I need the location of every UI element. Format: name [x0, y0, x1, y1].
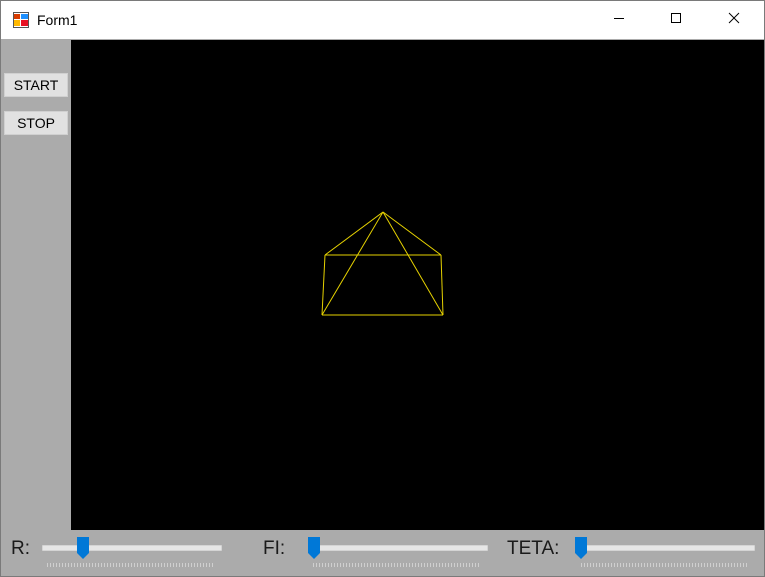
- minimize-button[interactable]: [596, 1, 642, 39]
- r-label: R:: [11, 538, 30, 559]
- window-title: Form1: [37, 12, 78, 28]
- teta-slider-thumb[interactable]: [574, 536, 588, 560]
- r-slider-thumb[interactable]: [76, 536, 90, 560]
- fi-slider-thumb[interactable]: [307, 536, 321, 560]
- form-window: Form1 START STOP R: FI: TETA:: [0, 0, 765, 577]
- r-slider-ticks: [47, 563, 215, 567]
- close-button[interactable]: [711, 1, 757, 39]
- maximize-button[interactable]: [653, 1, 699, 39]
- close-icon: [728, 11, 740, 29]
- minimize-icon: [613, 11, 625, 29]
- r-slider-track[interactable]: [42, 545, 222, 551]
- pyramid-wireframe: [321, 211, 444, 316]
- fi-label: FI:: [263, 538, 286, 559]
- teta-label: TETA:: [507, 538, 560, 559]
- drawing-canvas[interactable]: [71, 40, 764, 530]
- app-icon: [13, 12, 29, 28]
- start-button[interactable]: START: [4, 73, 68, 97]
- fi-slider-ticks: [313, 563, 481, 567]
- slider-panel: [1, 530, 764, 576]
- teta-slider-track[interactable]: [575, 545, 755, 551]
- maximize-icon: [670, 11, 682, 29]
- title-bar[interactable]: Form1: [1, 1, 764, 39]
- fi-slider-track[interactable]: [308, 545, 488, 551]
- teta-slider-ticks: [581, 563, 749, 567]
- stop-button[interactable]: STOP: [4, 111, 68, 135]
